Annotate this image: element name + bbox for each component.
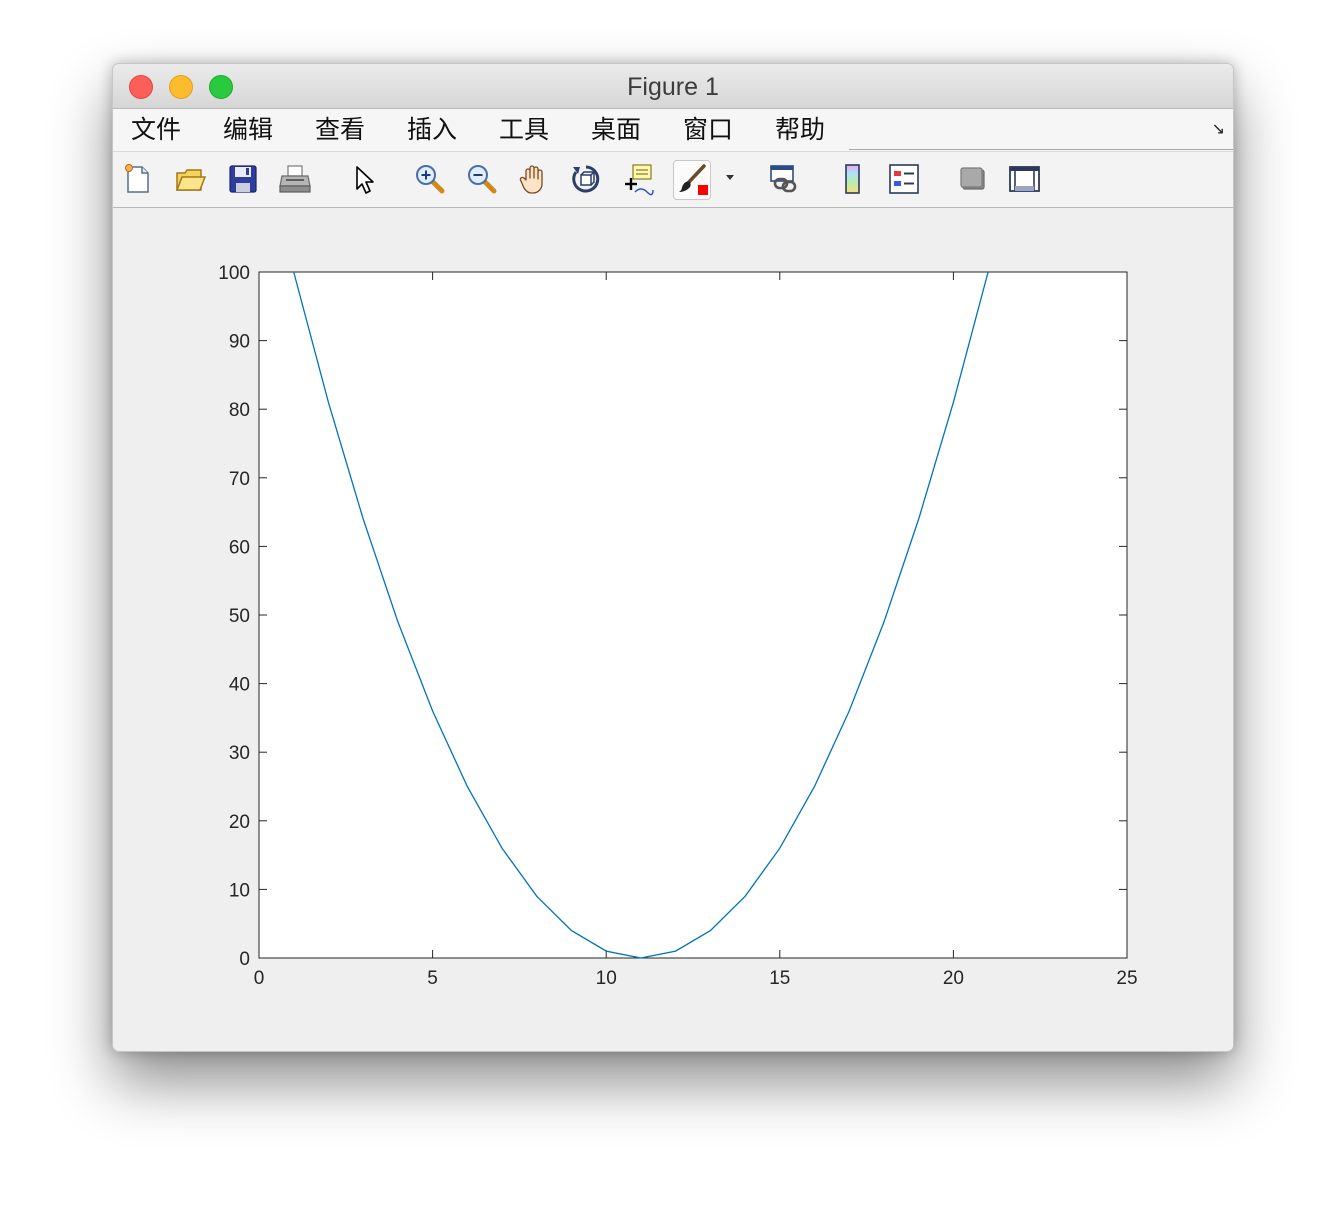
printer-icon xyxy=(279,165,311,193)
y-tick-label: 40 xyxy=(229,675,250,696)
new-document-icon xyxy=(125,164,149,193)
menu-insert[interactable]: 插入 xyxy=(407,113,457,147)
undock-arrow-icon[interactable]: ↘ xyxy=(1212,119,1225,138)
x-tick-label: 10 xyxy=(596,968,617,989)
x-tick-label: 25 xyxy=(1116,968,1137,989)
menu-view[interactable]: 查看 xyxy=(315,113,365,147)
zoom-out-button[interactable] xyxy=(465,162,499,196)
x-tick-label: 5 xyxy=(427,968,438,989)
x-tick-label: 15 xyxy=(769,968,790,989)
y-tick-label: 60 xyxy=(229,537,250,558)
figure-toolbar xyxy=(113,151,1233,208)
save-button[interactable] xyxy=(226,162,260,196)
window-title: Figure 1 xyxy=(627,73,719,101)
x-tick-label: 0 xyxy=(254,968,265,989)
brush-dropdown-icon[interactable] xyxy=(723,170,737,184)
rotate-3d-button[interactable] xyxy=(569,162,603,196)
hand-icon xyxy=(519,165,543,194)
folder-open-icon xyxy=(175,169,207,191)
print-button[interactable] xyxy=(278,162,312,196)
edit-plot-button[interactable] xyxy=(349,162,383,196)
figure-window: Figure 1 文件 编辑 查看 插入 工具 桌面 窗口 帮助 ↘ 0 5 1… xyxy=(112,63,1234,1052)
menu-window[interactable]: 窗口 xyxy=(683,113,733,147)
menu-help[interactable]: 帮助 xyxy=(775,113,825,147)
y-tick-label: 80 xyxy=(229,400,250,421)
y-tick-label: 100 xyxy=(218,263,250,284)
legend-icon xyxy=(889,164,919,194)
y-tick-label: 30 xyxy=(229,743,250,764)
y-tick-label: 10 xyxy=(229,880,250,901)
y-tick-label: 50 xyxy=(229,606,250,627)
zoom-in-button[interactable] xyxy=(413,162,447,196)
menu-tools[interactable]: 工具 xyxy=(499,113,549,147)
y-tick-label: 0 xyxy=(239,949,250,970)
open-file-button[interactable] xyxy=(173,162,207,196)
link-plot-button[interactable] xyxy=(766,162,800,196)
hide-plot-tools-button[interactable] xyxy=(956,162,990,196)
cursor-arrow-icon xyxy=(356,166,374,194)
data-cursor-icon xyxy=(625,164,654,196)
zoom-in-icon xyxy=(416,165,445,194)
menu-edit[interactable]: 编辑 xyxy=(223,113,273,147)
menu-desktop[interactable]: 桌面 xyxy=(591,113,641,147)
x-tick-label: 20 xyxy=(943,968,964,989)
plot-svg[interactable]: 0 5 10 15 20 25 0 10 20 30 40 50 60 70 80 90 100 xyxy=(113,207,1233,1051)
title-bar[interactable]: Figure 1 xyxy=(113,64,1233,109)
menu-divider xyxy=(849,149,1233,150)
new-figure-button[interactable] xyxy=(121,162,155,196)
y-tick-label: 70 xyxy=(229,469,250,490)
insert-legend-button[interactable] xyxy=(887,162,921,196)
y-tick-labels: 0 10 20 30 40 50 60 70 80 90 100 xyxy=(218,263,250,970)
hide-plot-tools-icon xyxy=(960,167,985,190)
menu-bar: 文件 编辑 查看 插入 工具 桌面 窗口 帮助 ↘ xyxy=(113,109,1233,151)
show-plot-tools-button[interactable] xyxy=(1007,162,1041,196)
y-tick-label: 20 xyxy=(229,812,250,833)
brush-button[interactable] xyxy=(673,160,711,200)
data-cursor-button[interactable] xyxy=(621,162,655,196)
zoom-out-icon xyxy=(468,165,497,194)
menu-file[interactable]: 文件 xyxy=(131,113,181,147)
pan-button[interactable] xyxy=(517,162,551,196)
brush-icon xyxy=(679,164,708,195)
insert-colorbar-button[interactable] xyxy=(836,162,870,196)
show-plot-tools-icon xyxy=(1009,166,1040,192)
colorbar-icon xyxy=(845,164,860,194)
rotate-3d-icon xyxy=(572,165,600,193)
x-tick-labels: 0 5 10 15 20 25 xyxy=(254,968,1138,989)
axes-box[interactable] xyxy=(258,271,1128,959)
figure-canvas[interactable]: 0 5 10 15 20 25 0 10 20 30 40 50 60 70 80 90 100 xyxy=(113,207,1233,1051)
link-plot-icon xyxy=(770,165,797,193)
floppy-disk-icon xyxy=(229,165,257,193)
y-tick-label: 90 xyxy=(229,332,250,353)
